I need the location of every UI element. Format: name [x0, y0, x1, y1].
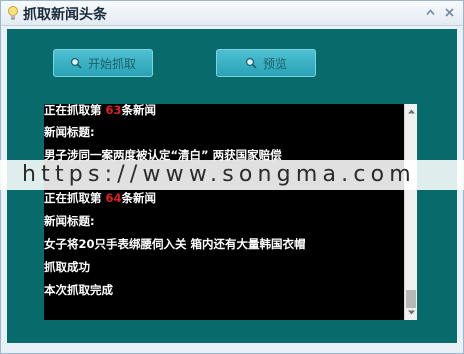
- close-icon[interactable]: [443, 6, 456, 19]
- log-line: 正在抓取第 63条新闻: [44, 104, 157, 117]
- title-bar: 抓取新闻头条: [1, 1, 463, 26]
- watermark-text: https://www.songma.com: [22, 162, 416, 187]
- window-title: 抓取新闻头条: [23, 7, 107, 23]
- log-line: 新闻标题:: [44, 125, 95, 139]
- log-line: 女子将20只手表绑腰伺入关 箱内还有大量韩国衣帽: [44, 237, 306, 251]
- log-line: 正在抓取第 64条新闻: [44, 191, 157, 205]
- log-line: 抓取成功: [44, 260, 90, 274]
- preview-label: 预览: [262, 56, 287, 71]
- scrollbar-thumb[interactable]: [406, 290, 416, 308]
- log-line: 新闻标题:: [44, 214, 95, 228]
- search-icon: [245, 57, 257, 69]
- log-line: 本次抓取完成: [44, 283, 113, 297]
- scroll-down-arrow-icon[interactable]: [407, 308, 416, 317]
- watermark-banner: https://www.songma.com: [0, 160, 464, 190]
- search-icon: [70, 57, 82, 69]
- vertical-scrollbar[interactable]: [404, 104, 417, 320]
- scroll-up-arrow-icon[interactable]: [407, 107, 416, 116]
- collapse-icon[interactable]: [424, 6, 437, 19]
- lightbulb-icon: [8, 6, 18, 20]
- start-grab-label: 开始抓取: [87, 56, 136, 71]
- preview-button[interactable]: 预览: [216, 49, 316, 77]
- log-console[interactable]: 正在抓取第 63条新闻 新闻标题: 男子涉同一案两度被认定“清白” 两获国家赔偿…: [44, 104, 417, 320]
- start-grab-button[interactable]: 开始抓取: [53, 49, 153, 77]
